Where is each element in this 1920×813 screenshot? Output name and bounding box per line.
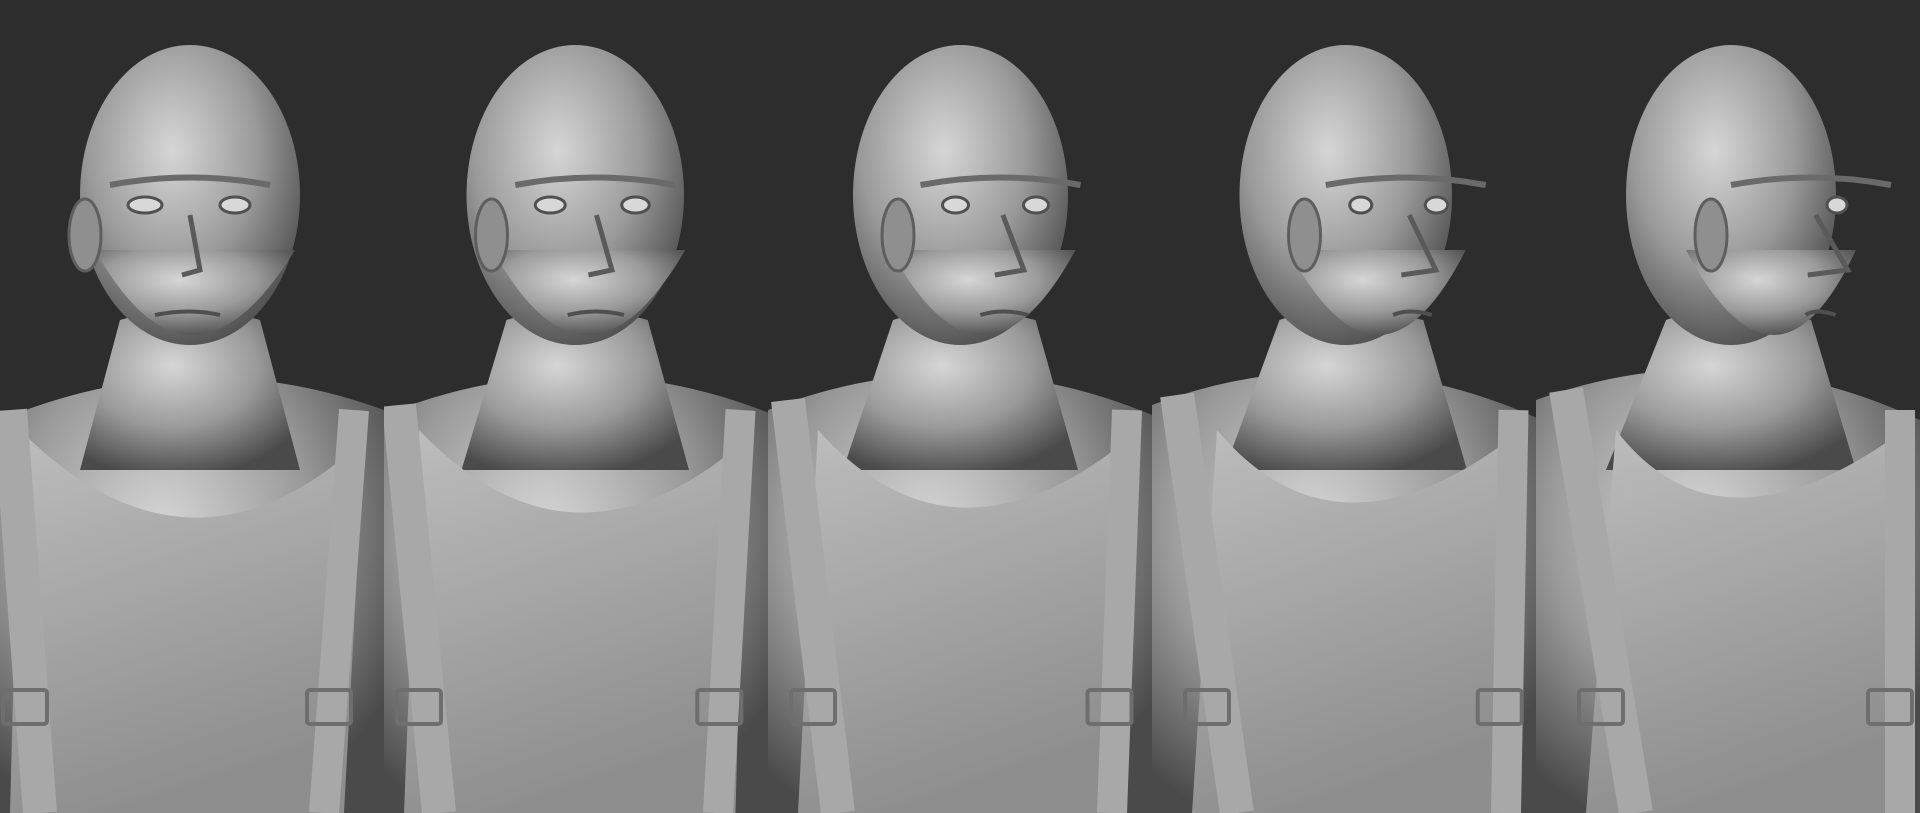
eye: [1348, 195, 1374, 215]
mouth: [1804, 309, 1837, 317]
ear: [1693, 197, 1729, 273]
ear: [880, 197, 916, 273]
sculpt-view-front: [0, 0, 384, 813]
ear: [67, 197, 103, 273]
ear: [474, 197, 509, 273]
eye: [1825, 195, 1849, 215]
eye: [1423, 195, 1450, 215]
eye: [126, 195, 164, 215]
eye: [218, 195, 252, 215]
sculpt-view-svg: [1536, 45, 1920, 813]
suspender-strap: [1491, 409, 1529, 813]
sculpt-turnaround-canvas: [0, 0, 1920, 813]
suspender-strap: [1097, 409, 1142, 813]
sculpt-view-svg: [1152, 45, 1536, 813]
eye: [620, 195, 651, 215]
eye: [1022, 195, 1050, 215]
ear: [1287, 197, 1322, 273]
sculpt-view-svg: [0, 45, 384, 813]
sculpt-view-profile-right: [1536, 0, 1920, 813]
sculpt-view-svg: [384, 45, 768, 813]
sculpt-view-profile-right-near: [1152, 0, 1536, 813]
sculpt-view-three-quarter-right-slight: [384, 0, 768, 813]
eye: [533, 195, 567, 215]
sculpt-view-svg: [768, 45, 1152, 813]
sculpt-view-three-quarter-right: [768, 0, 1152, 813]
eye: [941, 195, 970, 215]
